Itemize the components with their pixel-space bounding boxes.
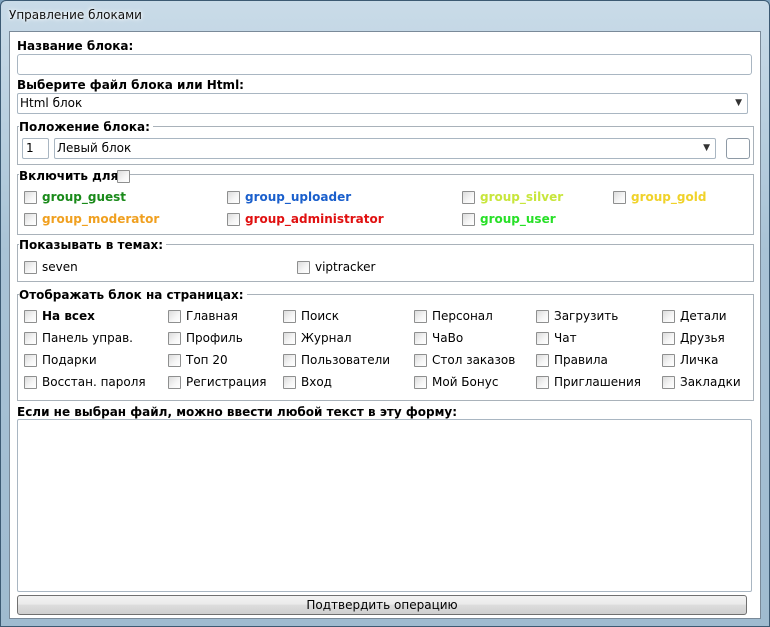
position-extra-button[interactable] (726, 138, 750, 159)
page-5-label[interactable]: Загрузить (554, 309, 618, 323)
page-24-checkbox[interactable] (662, 376, 675, 389)
page-24-label[interactable]: Закладки (680, 375, 741, 389)
chevron-down-icon: ▼ (735, 98, 742, 108)
page-2-checkbox[interactable] (168, 310, 181, 323)
page-10-label[interactable]: ЧаВо (432, 331, 463, 345)
theme-2-label[interactable]: viptracker (315, 260, 375, 274)
submit-button[interactable]: Подтвердить операцию (17, 595, 747, 615)
page-9-checkbox[interactable] (283, 332, 296, 345)
enable-group-administrator-label[interactable]: group_administrator (245, 212, 384, 226)
custom-text-area[interactable] (17, 419, 752, 592)
enable-group-label: Включить для: (19, 169, 127, 183)
page-6-checkbox[interactable] (662, 310, 675, 323)
enable-group-uploader-checkbox[interactable] (227, 191, 240, 204)
block-manager-window: Управление блоками Название блока: Выбер… (0, 0, 770, 627)
window-title: Управление блоками (9, 8, 142, 22)
page-23-checkbox[interactable] (536, 376, 549, 389)
page-21-checkbox[interactable] (283, 376, 296, 389)
page-21-label[interactable]: Вход (301, 375, 332, 389)
custom-text-label: Если не выбран файл, можно ввести любой … (17, 405, 458, 419)
position-order-input[interactable]: 1 (22, 138, 49, 159)
enable-group-uploader-label[interactable]: group_uploader (245, 190, 351, 204)
enable-group-user-label[interactable]: group_user (480, 212, 556, 226)
page-4-label[interactable]: Персонал (432, 309, 493, 323)
chevron-down-icon: ▼ (703, 143, 710, 153)
page-11-label[interactable]: Чат (554, 331, 577, 345)
page-20-checkbox[interactable] (168, 376, 181, 389)
page-12-label[interactable]: Друзья (680, 331, 725, 345)
page-16-checkbox[interactable] (414, 354, 427, 367)
page-1-label[interactable]: На всех (42, 309, 95, 323)
theme-1-checkbox[interactable] (24, 261, 37, 274)
page-1-checkbox[interactable] (24, 310, 37, 323)
page-6-label[interactable]: Детали (680, 309, 727, 323)
page-15-checkbox[interactable] (283, 354, 296, 367)
page-17-label[interactable]: Правила (554, 353, 608, 367)
page-16-label[interactable]: Стол заказов (432, 353, 515, 367)
page-14-label[interactable]: Топ 20 (186, 353, 228, 367)
page-22-label[interactable]: Мой Бонус (432, 375, 498, 389)
page-11-checkbox[interactable] (536, 332, 549, 345)
position-side-select[interactable]: Левый блок ▼ (54, 138, 716, 159)
page-18-label[interactable]: Личка (680, 353, 719, 367)
block-name-label: Название блока: (17, 39, 134, 53)
page-19-label[interactable]: Восстан. пароля (42, 375, 146, 389)
page-5-checkbox[interactable] (536, 310, 549, 323)
enable-group-silver-label[interactable]: group_silver (480, 190, 563, 204)
page-4-checkbox[interactable] (414, 310, 427, 323)
page-10-checkbox[interactable] (414, 332, 427, 345)
page-3-label[interactable]: Поиск (301, 309, 339, 323)
enable-group-gold-checkbox[interactable] (613, 191, 626, 204)
enable-all-checkbox[interactable] (117, 170, 130, 183)
title-bar[interactable]: Управление блоками (1, 1, 769, 31)
page-3-checkbox[interactable] (283, 310, 296, 323)
page-12-checkbox[interactable] (662, 332, 675, 345)
enable-group-user-checkbox[interactable] (462, 213, 475, 226)
page-17-checkbox[interactable] (536, 354, 549, 367)
page-19-checkbox[interactable] (24, 376, 37, 389)
block-file-select[interactable]: Html блок ▼ (17, 93, 748, 114)
enable-group-guest-label[interactable]: group_guest (42, 190, 126, 204)
page-7-checkbox[interactable] (24, 332, 37, 345)
enable-group-guest-checkbox[interactable] (24, 191, 37, 204)
block-file-label: Выберите файл блока или Html: (17, 78, 244, 92)
page-8-label[interactable]: Профиль (186, 331, 243, 345)
page-8-checkbox[interactable] (168, 332, 181, 345)
page-23-label[interactable]: Приглашения (554, 375, 641, 389)
enable-group-moderator-checkbox[interactable] (24, 213, 37, 226)
enable-group-moderator-label[interactable]: group_moderator (42, 212, 159, 226)
theme-1-label[interactable]: seven (42, 260, 78, 274)
page-7-label[interactable]: Панель управ. (42, 331, 133, 345)
page-20-label[interactable]: Регистрация (186, 375, 266, 389)
enable-group-gold-label[interactable]: group_gold (631, 190, 706, 204)
page-13-label[interactable]: Подарки (42, 353, 97, 367)
enable-group-silver-checkbox[interactable] (462, 191, 475, 204)
position-group-label: Положение блока: (19, 120, 153, 134)
form-panel: Название блока: Выберите файл блока или … (9, 31, 761, 619)
page-13-checkbox[interactable] (24, 354, 37, 367)
page-15-label[interactable]: Пользователи (301, 353, 390, 367)
pages-group-label: Отображать блок на страницах: (19, 288, 247, 302)
page-2-label[interactable]: Главная (186, 309, 238, 323)
page-9-label[interactable]: Журнал (301, 331, 352, 345)
block-file-select-value: Html блок (20, 96, 83, 110)
block-name-input[interactable] (17, 54, 752, 75)
page-18-checkbox[interactable] (662, 354, 675, 367)
page-14-checkbox[interactable] (168, 354, 181, 367)
page-22-checkbox[interactable] (414, 376, 427, 389)
themes-group-label: Показывать в темах: (19, 238, 167, 252)
theme-2-checkbox[interactable] (297, 261, 310, 274)
enable-group-administrator-checkbox[interactable] (227, 213, 240, 226)
position-side-select-value: Левый блок (57, 141, 132, 155)
